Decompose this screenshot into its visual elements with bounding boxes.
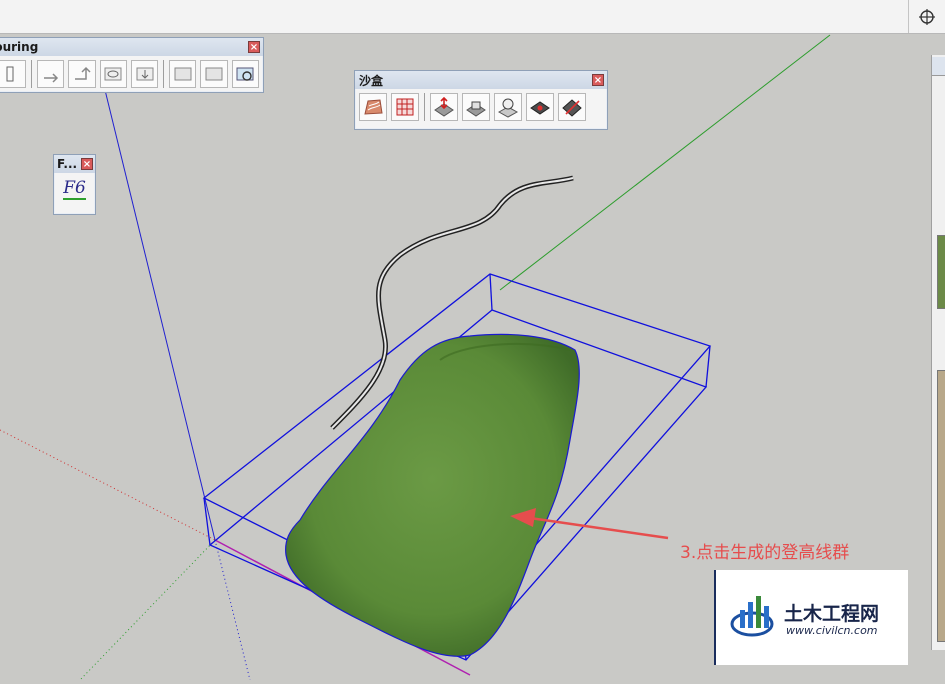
right-tray-panel[interactable] — [931, 55, 945, 650]
tray-title-bar — [932, 57, 945, 76]
material-thumbnail[interactable] — [937, 235, 945, 309]
stamp-tool-button[interactable] — [462, 93, 490, 121]
add-detail-tool-button[interactable] — [526, 93, 554, 121]
contouring-toolbar[interactable]: Contouring × — [0, 37, 264, 93]
view-eye-button[interactable] — [99, 60, 127, 88]
material-list[interactable] — [937, 370, 945, 642]
watermark-logo: 土木工程网 www.civilcn.com — [714, 570, 908, 665]
sandbox-close-button[interactable]: × — [592, 74, 604, 86]
smoove-tool-button[interactable] — [430, 93, 458, 121]
from-contours-tool-button[interactable] — [359, 93, 387, 121]
drape-tool-button[interactable] — [494, 93, 522, 121]
flip-edge-tool-button[interactable] — [558, 93, 586, 121]
font-toolbar-close-button[interactable]: × — [81, 158, 93, 170]
contour-tool-button-1[interactable] — [0, 60, 27, 88]
view-down-button[interactable] — [130, 60, 159, 88]
scene-search-button[interactable] — [231, 60, 259, 88]
terrain-mesh[interactable] — [285, 333, 580, 657]
scene-button-2[interactable] — [200, 60, 228, 88]
font-toolbar-title: F... — [57, 157, 78, 171]
watermark-title: 土木工程网 — [784, 603, 880, 625]
green-axis-dotted — [79, 539, 216, 681]
scene-button-1[interactable] — [169, 60, 197, 88]
orbit-icon[interactable] — [908, 0, 945, 33]
watermark-url: www.civilcn.com — [786, 624, 878, 637]
top-toolbar-area — [0, 0, 945, 34]
contouring-toolbar-title: Contouring — [0, 40, 39, 54]
from-scratch-grid-button[interactable] — [391, 93, 419, 121]
civilcn-logo-icon — [730, 596, 774, 637]
sandbox-toolbar-title: 沙盒 — [359, 73, 384, 88]
red-axis-dotted — [0, 429, 216, 541]
sandbox-toolbar[interactable]: 沙盒 × — [354, 70, 608, 130]
annotation-label: 3.点击生成的登高线群 — [680, 543, 850, 563]
contouring-close-button[interactable]: × — [248, 41, 260, 53]
contour-tool-button-3[interactable] — [68, 60, 96, 88]
font-f6-button[interactable]: F6 — [63, 178, 86, 200]
blue-axis — [104, 89, 216, 541]
font-toolbar[interactable]: F... × F6 — [53, 154, 96, 215]
contour-tool-button-2[interactable] — [37, 60, 65, 88]
